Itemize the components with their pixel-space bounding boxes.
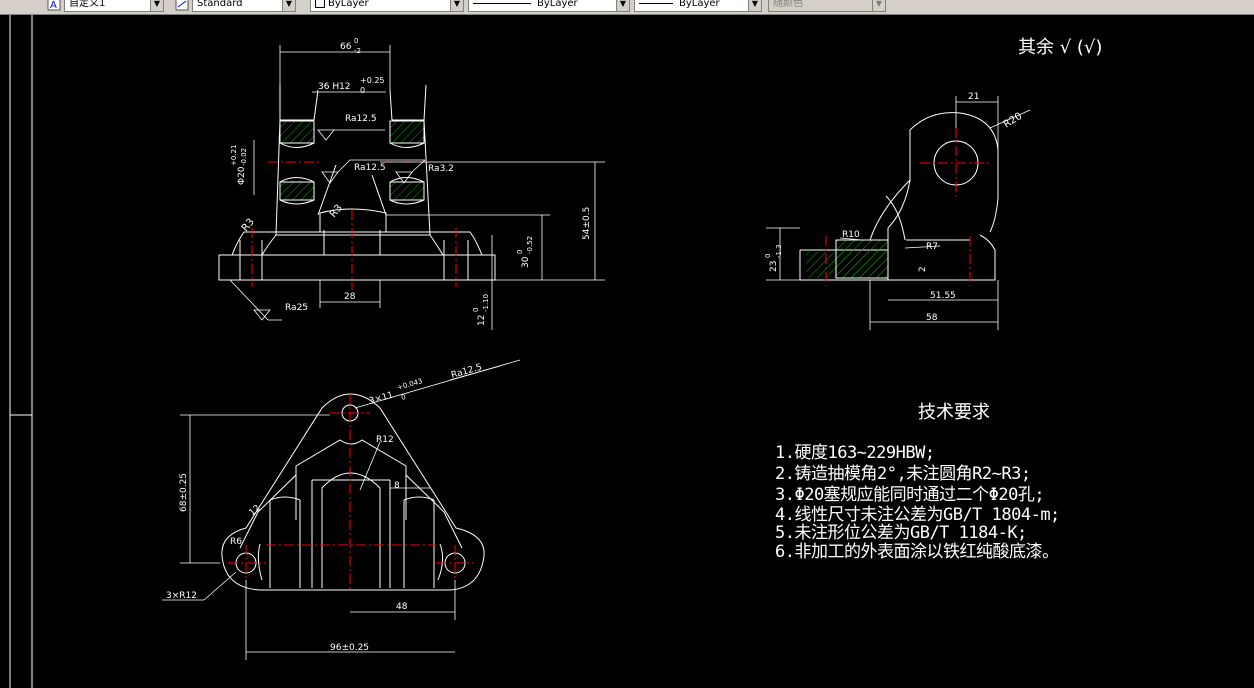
dim-30-upper: 0 — [516, 250, 524, 254]
dim-66: 66 — [340, 42, 352, 52]
dim-8: 8 — [394, 481, 400, 491]
dim-23-upper: 0 — [764, 254, 772, 258]
svg-text:A: A — [50, 0, 57, 11]
side-view — [799, 112, 999, 281]
top-view-centerlines — [228, 394, 474, 592]
dim-23: 23 — [769, 261, 779, 272]
tech-requirements-title: 技术要求 — [918, 402, 990, 423]
chevron-down-icon: ▼ — [872, 0, 885, 11]
dim-style-combo[interactable]: Standard ▼ — [192, 0, 296, 12]
chevron-down-icon: ▼ — [450, 0, 463, 11]
dim-style-icon[interactable] — [175, 0, 189, 11]
dim-48: 48 — [396, 602, 408, 612]
ra-12-5-mid: Ra12.5 — [354, 163, 386, 173]
top-view-dimensions — [162, 359, 521, 660]
top-view — [221, 393, 485, 591]
dim-58: 58 — [926, 313, 938, 323]
dim-36-h12: 36 H12 — [318, 82, 351, 92]
tech-requirement-6: 6.非加工的外表面涂以铁红纯酸底漆。 — [775, 542, 1059, 562]
chevron-down-icon: ▼ — [616, 0, 629, 11]
line-sample-icon — [639, 2, 673, 4]
ra-3-2: Ra3.2 — [428, 164, 454, 174]
dim-12-upper: 0 — [472, 308, 480, 312]
text-style-value: 自定义1 — [69, 0, 106, 9]
dim-3x11-lower: 0 — [400, 393, 407, 402]
ra-12-5-top-view: Ra12.5 — [450, 363, 483, 381]
dim-12: 12 — [477, 315, 487, 326]
dim-54: 54±0.5 — [582, 207, 592, 240]
drawing-canvas[interactable]: 66 0 -2 36 H12 +0.25 0 Ra12.5 Ra12.5 Ra3… — [0, 15, 1254, 688]
dim-68: 68±0.25 — [179, 473, 189, 512]
dim-phi20-lower: -0.02 — [240, 148, 248, 166]
dim-12-lower: -1.10 — [482, 294, 490, 312]
dim-96: 96±0.25 — [330, 643, 369, 653]
dim-21: 21 — [968, 92, 979, 102]
dim-r10: R10 — [842, 230, 860, 240]
ra-12-5-top: Ra12.5 — [345, 114, 377, 124]
dim-phi20-upper: +0.21 — [230, 145, 238, 166]
text-style-icon[interactable]: A — [47, 0, 61, 11]
dim-3x11-upper: +0.043 — [396, 377, 423, 392]
drawing-frame — [9, 15, 33, 688]
color-swatch-icon — [315, 0, 325, 8]
dim-r3-left: R3 — [240, 217, 257, 234]
ra-25: Ra25 — [285, 303, 308, 313]
dim-36-lower: 0 — [360, 86, 365, 95]
roughness-note: 其余 √ (√) — [1018, 37, 1103, 58]
dim-66-lower: -2 — [354, 47, 361, 55]
dim-r6: R6 — [230, 537, 242, 547]
dim-51-55: 51.55 — [930, 291, 956, 301]
text-style-combo[interactable]: 自定义1 ▼ — [64, 0, 164, 12]
lineweight-combo[interactable]: ByLayer ▼ — [634, 0, 762, 12]
color-value: ByLayer — [328, 0, 369, 9]
dim-phi20: Φ20 — [237, 166, 247, 185]
dim-r3-mid: R3 — [328, 203, 345, 220]
dim-30: 30 — [521, 256, 531, 268]
properties-toolbar: A 自定义1 ▼ Standard ▼ ByLayer ▼ ByLayer ▼ ByLa… — [0, 0, 1254, 15]
chevron-down-icon: ▼ — [150, 0, 163, 11]
dim-r12: R12 — [376, 435, 394, 445]
dim-23-lower: -1.3 — [775, 244, 783, 258]
plotstyle-combo[interactable]: 随颜色 ▼ — [768, 0, 886, 12]
side-view-dimensions — [766, 96, 1031, 330]
line-sample-icon — [473, 2, 531, 4]
dim-r7: R7 — [926, 242, 938, 252]
linetype-combo[interactable]: ByLayer ▼ — [468, 0, 630, 12]
dim-style-value: Standard — [197, 0, 243, 9]
dim-3xr12: 3×R12 — [166, 591, 197, 601]
color-combo[interactable]: ByLayer ▼ — [310, 0, 464, 12]
dim-3x11: 3×11 — [368, 390, 395, 406]
chevron-down-icon: ▼ — [282, 0, 295, 11]
dim-28: 28 — [344, 292, 356, 302]
dim-30-lower: -0.52 — [526, 236, 534, 254]
dim-2: 2 — [918, 266, 928, 272]
chevron-down-icon: ▼ — [748, 0, 761, 11]
plotstyle-value: 随颜色 — [773, 0, 803, 9]
dim-36-upper: +0.25 — [360, 76, 385, 85]
dim-66-upper: 0 — [354, 37, 358, 45]
linetype-value: ByLayer — [537, 0, 578, 9]
lineweight-value: ByLayer — [679, 0, 720, 9]
